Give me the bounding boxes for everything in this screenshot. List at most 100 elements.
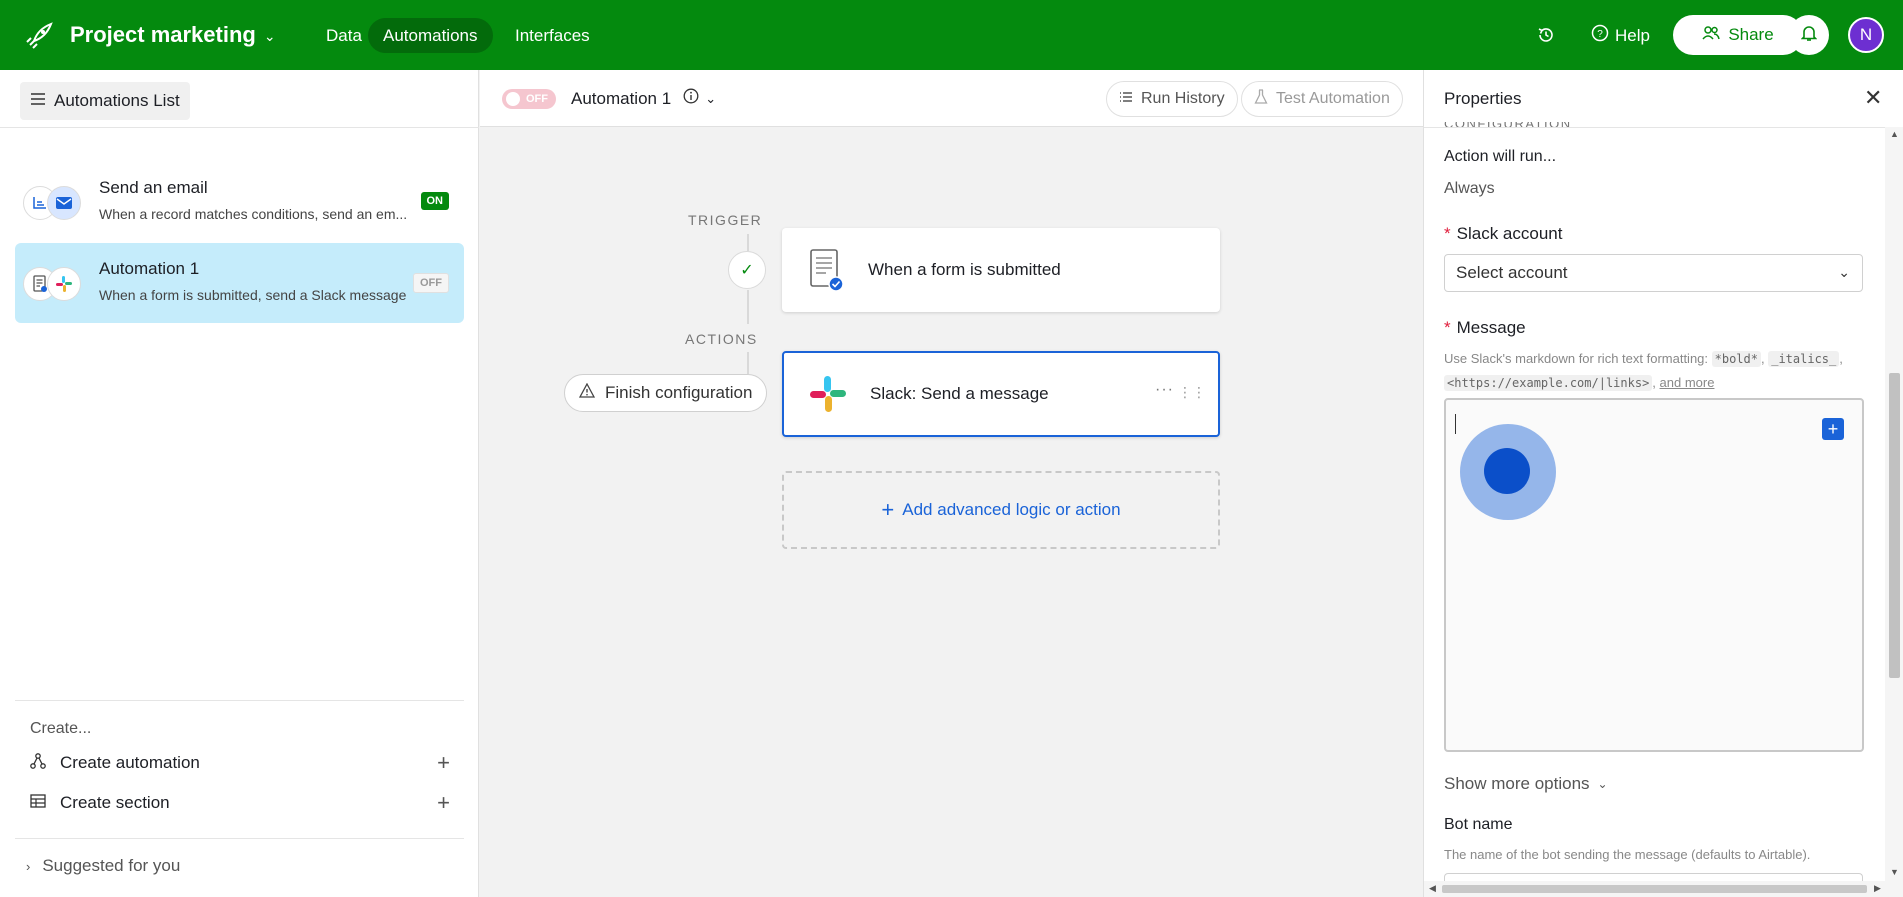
message-hint: Use Slack's markdown for rich text forma… xyxy=(1444,351,1843,391)
hint-text: Use Slack's markdown for rich text forma… xyxy=(1444,351,1712,366)
divider xyxy=(1424,127,1903,128)
toggle-label: OFF xyxy=(526,93,548,105)
slack-account-label: * Slack account xyxy=(1444,224,1562,244)
test-automation-button[interactable]: Test Automation xyxy=(1241,81,1403,117)
help-label: Help xyxy=(1615,25,1650,45)
trigger-label: TRIGGER xyxy=(688,212,763,228)
rocket-logo-icon[interactable] xyxy=(24,21,54,51)
divider xyxy=(0,127,479,128)
vertical-scrollbar[interactable]: ▲ ▼ xyxy=(1885,127,1903,881)
actions-label: ACTIONS xyxy=(685,331,758,347)
show-more-options-button[interactable]: Show more options ⌄ xyxy=(1444,774,1608,794)
hamburger-icon xyxy=(30,91,46,111)
chevron-down-icon[interactable]: ⌄ xyxy=(705,91,716,107)
plus-icon: + xyxy=(881,497,895,522)
scroll-left-icon[interactable]: ◀ xyxy=(1429,883,1436,894)
divider xyxy=(15,838,464,839)
trigger-card-title: When a form is submitted xyxy=(868,260,1061,279)
automation-toggle[interactable]: OFF xyxy=(502,89,556,109)
finish-configuration-button[interactable]: Finish configuration xyxy=(564,374,768,412)
scroll-right-icon[interactable]: ▶ xyxy=(1874,883,1881,894)
slack-account-label-text: Slack account xyxy=(1456,224,1563,243)
and-more-link[interactable]: and more xyxy=(1660,375,1715,390)
svg-text:?: ? xyxy=(1597,29,1603,40)
warning-icon xyxy=(578,382,596,403)
plus-icon[interactable]: + xyxy=(437,790,450,816)
automation-name[interactable]: Automation 1 ⌄ xyxy=(571,88,716,109)
automation-title: Automation 1 xyxy=(99,259,200,278)
tab-interfaces-label: Interfaces xyxy=(515,25,590,45)
plus-icon[interactable]: + xyxy=(437,750,450,776)
slack-icon xyxy=(47,267,81,301)
chevron-down-icon: ⌄ xyxy=(1597,777,1608,791)
chevron-down-icon: ⌄ xyxy=(1838,264,1850,280)
slack-account-value: Select account xyxy=(1456,263,1568,282)
tab-interfaces[interactable]: Interfaces xyxy=(500,18,605,53)
scroll-down-icon[interactable]: ▼ xyxy=(1890,867,1899,877)
message-label-text: Message xyxy=(1456,318,1526,337)
automation-header: OFF Automation 1 ⌄ Run History Test Auto… xyxy=(480,70,1423,127)
message-input[interactable]: + xyxy=(1444,398,1864,752)
insert-field-plus-icon[interactable]: + xyxy=(1822,418,1844,440)
run-history-label: Run History xyxy=(1141,90,1225,107)
automation-item-send-email[interactable]: Send an email When a record matches cond… xyxy=(15,162,464,242)
scroll-thumb[interactable] xyxy=(1889,373,1900,678)
automation-title: Send an email xyxy=(99,178,208,197)
bell-icon xyxy=(1800,24,1818,47)
share-button[interactable]: Share xyxy=(1673,15,1803,55)
avatar[interactable]: N xyxy=(1848,17,1884,53)
info-icon[interactable] xyxy=(683,88,699,109)
create-section-label: Create section xyxy=(60,793,170,812)
automation-description: When a record matches conditions, send a… xyxy=(99,206,408,222)
add-advanced-logic-button[interactable]: + Add advanced logic or action xyxy=(782,471,1220,549)
required-marker: * xyxy=(1444,224,1451,243)
create-heading: Create... xyxy=(30,720,92,737)
scroll-thumb[interactable] xyxy=(1442,885,1867,893)
action-will-run-value[interactable]: Always xyxy=(1444,180,1495,198)
automations-sidebar: Automations List Send an email When a re… xyxy=(0,70,479,897)
create-section-button[interactable]: Create section + xyxy=(30,788,450,818)
hint-bold: *bold* xyxy=(1711,351,1761,367)
status-badge: OFF xyxy=(413,273,449,293)
slack-icon xyxy=(808,372,848,416)
flask-icon xyxy=(1254,88,1268,110)
action-card-title: Slack: Send a message xyxy=(870,384,1049,403)
automations-list-label: Automations List xyxy=(54,91,180,110)
form-submitted-icon xyxy=(806,248,846,292)
required-marker: * xyxy=(1444,318,1451,337)
connector-line xyxy=(747,234,749,251)
click-indicator-dot xyxy=(1484,448,1530,494)
chevron-right-icon: › xyxy=(26,858,31,874)
users-icon xyxy=(1702,25,1721,46)
text-caret xyxy=(1455,414,1456,434)
trigger-card[interactable]: When a form is submitted xyxy=(782,228,1220,312)
drag-handle-icon[interactable]: ⋮⋮ xyxy=(1178,384,1206,401)
run-history-button[interactable]: Run History xyxy=(1106,81,1238,117)
action-will-run-label: Action will run... xyxy=(1444,148,1557,165)
bot-name-label: Bot name xyxy=(1444,816,1513,833)
create-automation-label: Create automation xyxy=(60,753,200,772)
automation-description: When a form is submitted, send a Slack m… xyxy=(99,287,407,303)
chevron-down-icon: ⌄ xyxy=(263,27,276,44)
connector-line xyxy=(747,290,749,324)
add-advanced-logic-label: Add advanced logic or action xyxy=(902,500,1121,519)
more-options-icon[interactable]: ··· xyxy=(1155,381,1174,399)
finish-configuration-label: Finish configuration xyxy=(605,383,753,402)
help-circle-icon: ? xyxy=(1591,24,1609,47)
tab-automations[interactable]: Automations xyxy=(368,18,493,53)
divider xyxy=(15,700,464,701)
project-title[interactable]: Project marketing ⌄ xyxy=(70,22,276,48)
action-card-slack[interactable]: Slack: Send a message ··· ⋮⋮ xyxy=(782,351,1220,437)
close-icon[interactable]: ✕ xyxy=(1864,85,1882,111)
slack-account-select[interactable]: Select account ⌄ xyxy=(1444,254,1863,292)
create-automation-button[interactable]: Create automation + xyxy=(30,748,450,778)
automations-list-button[interactable]: Automations List xyxy=(20,82,190,120)
suggested-for-you-toggle[interactable]: › Suggested for you xyxy=(26,856,180,876)
notifications-button[interactable] xyxy=(1789,15,1829,55)
scroll-up-icon[interactable]: ▲ xyxy=(1890,129,1899,139)
automation-item-automation-1[interactable]: Automation 1 When a form is submitted, s… xyxy=(15,243,464,323)
history-icon[interactable] xyxy=(1534,23,1558,47)
help-button[interactable]: ? Help xyxy=(1591,24,1650,47)
tab-data-label: Data xyxy=(326,25,362,45)
horizontal-scrollbar[interactable]: ◀ ▶ xyxy=(1424,881,1903,897)
